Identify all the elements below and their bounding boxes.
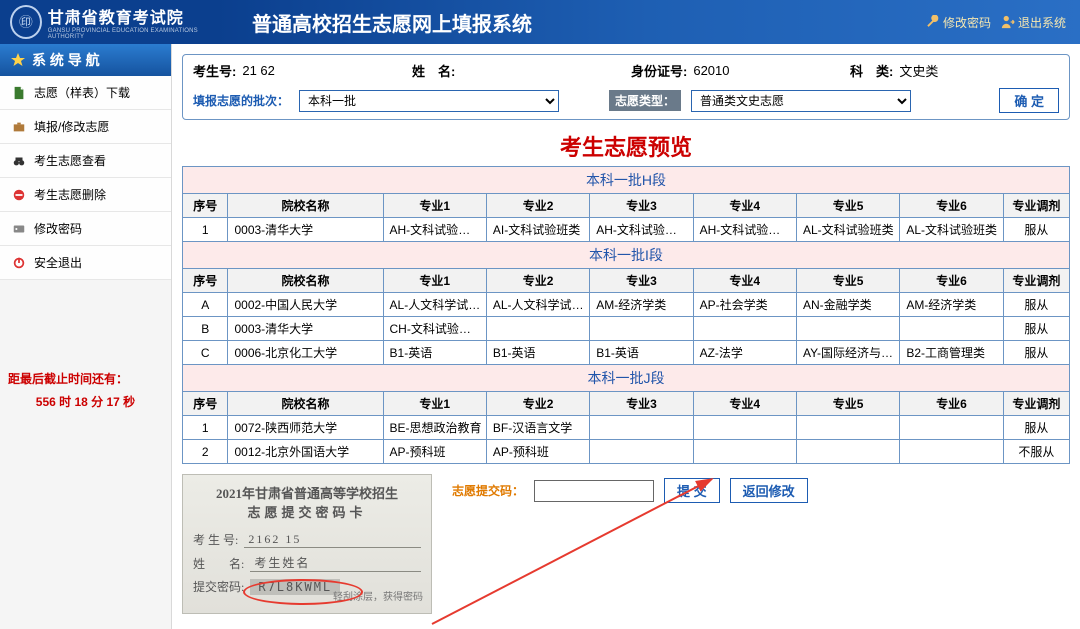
org-name: 甘肃省教育考试院 bbox=[48, 4, 222, 28]
wrench-icon bbox=[926, 15, 940, 29]
preview-title: 考生志愿预览 bbox=[182, 130, 1070, 162]
nav-item-label: 考生志愿查看 bbox=[34, 152, 106, 169]
nav-star-icon bbox=[10, 52, 26, 68]
password-card-image: 2021年甘肃省普通高等学校招生 志愿提交密码卡 考 生 号:2162 15 姓… bbox=[182, 474, 432, 614]
nav-item-label: 修改密码 bbox=[34, 220, 82, 237]
power-icon bbox=[12, 256, 26, 270]
student-info-box: 考生号:21 62 姓 名: 身份证号:62010 科 类:文史类 填报志愿的批… bbox=[182, 54, 1070, 120]
deadline-block: 距最后截止时间还有： 556 时 18 分 17 秒 bbox=[0, 360, 171, 422]
nav-heading: 系 统 导 航 bbox=[0, 44, 171, 76]
section-heading: 本科一批I段 bbox=[183, 242, 1070, 269]
nav-item[interactable]: 安全退出 bbox=[0, 246, 171, 280]
school-cell: 0003-清华大学 bbox=[228, 317, 383, 341]
nav-item[interactable]: 考生志愿查看 bbox=[0, 144, 171, 178]
table-row: B 0003-清华大学 CH-文科试验班类 服从 bbox=[183, 317, 1070, 341]
school-cell: 0012-北京外国语大学 bbox=[228, 440, 383, 464]
logout-link[interactable]: 退出系统 bbox=[1001, 14, 1066, 31]
main-content: 考生号:21 62 姓 名: 身份证号:62010 科 类:文史类 填报志愿的批… bbox=[172, 44, 1080, 629]
delete-icon bbox=[12, 188, 26, 202]
nav-item[interactable]: 填报/修改志愿 bbox=[0, 110, 171, 144]
scratch-code: R7L8KWML bbox=[250, 579, 340, 595]
confirm-button[interactable]: 确 定 bbox=[999, 88, 1059, 113]
page-icon bbox=[12, 86, 26, 100]
nav-item[interactable]: 修改密码 bbox=[0, 212, 171, 246]
logo-wrap: ㊞ 甘肃省教育考试院 GANSU PROVINCIAL EDUCATION EX… bbox=[0, 4, 232, 40]
school-cell: 0072-陕西师范大学 bbox=[228, 416, 383, 440]
type-select[interactable]: 普通类文史志愿 bbox=[691, 90, 911, 112]
table-row: 1 0003-清华大学 AH-文科试验班类AI-文科试验班类AH-文科试验班类 … bbox=[183, 218, 1070, 242]
type-label: 志愿类型： bbox=[609, 90, 681, 111]
seal-icon: ㊞ bbox=[10, 5, 42, 39]
nav-item-label: 安全退出 bbox=[34, 254, 82, 271]
nav-item[interactable]: 志愿（样表）下载 bbox=[0, 76, 171, 110]
submit-button[interactable]: 提 交 bbox=[664, 478, 720, 503]
app-header: ㊞ 甘肃省教育考试院 GANSU PROVINCIAL EDUCATION EX… bbox=[0, 0, 1080, 44]
submit-code-label: 志愿提交码： bbox=[452, 482, 524, 499]
submit-code-input[interactable] bbox=[534, 480, 654, 502]
user-exit-icon bbox=[1001, 15, 1015, 29]
briefcase-icon bbox=[12, 120, 26, 134]
batch-select[interactable]: 本科一批 bbox=[299, 90, 559, 112]
table-row: 2 0012-北京外国语大学 AP-预科班AP-预科班 不服从 bbox=[183, 440, 1070, 464]
student-category-value: 文史类 bbox=[899, 61, 938, 80]
student-idcard-value: 62010 bbox=[693, 63, 729, 78]
student-id-value: 21 62 bbox=[242, 63, 275, 78]
table-row: 1 0072-陕西师范大学 BE-思想政治教育BF-汉语言文学 服从 bbox=[183, 416, 1070, 440]
sidebar: 系 统 导 航 志愿（样表）下载填报/修改志愿考生志愿查看考生志愿删除修改密码安… bbox=[0, 44, 172, 629]
system-title: 普通高校招生志愿网上填报系统 bbox=[232, 8, 926, 37]
section-heading: 本科一批H段 bbox=[183, 167, 1070, 194]
nav-item-label: 志愿（样表）下载 bbox=[34, 84, 130, 101]
table-row: A 0002-中国人民大学 AL-人文科学试验班AL-人文科学试验班AM-经济学… bbox=[183, 293, 1070, 317]
nav-item-label: 填报/修改志愿 bbox=[34, 118, 109, 135]
school-cell: 0002-中国人民大学 bbox=[228, 293, 383, 317]
school-cell: 0003-清华大学 bbox=[228, 218, 383, 242]
nav-item[interactable]: 考生志愿删除 bbox=[0, 178, 171, 212]
deadline-label: 距最后截止时间还有： bbox=[8, 368, 163, 391]
change-password-link[interactable]: 修改密码 bbox=[926, 14, 991, 31]
binoculars-icon bbox=[12, 154, 26, 168]
deadline-timer: 556 时 18 分 17 秒 bbox=[8, 391, 163, 414]
choices-table: 本科一批H段 序号院校名称 专业1专业2专业3 专业4专业5专业6 专业调剂 1… bbox=[182, 166, 1070, 464]
section-heading: 本科一批J段 bbox=[183, 365, 1070, 392]
batch-label: 填报志愿的批次： bbox=[193, 92, 289, 109]
table-row: C 0006-北京化工大学 B1-英语B1-英语B1-英语 AZ-法学AY-国际… bbox=[183, 341, 1070, 365]
key-icon bbox=[12, 222, 26, 236]
back-edit-button[interactable]: 返回修改 bbox=[730, 478, 808, 503]
school-cell: 0006-北京化工大学 bbox=[228, 341, 383, 365]
nav-item-label: 考生志愿删除 bbox=[34, 186, 106, 203]
org-name-en: GANSU PROVINCIAL EDUCATION EXAMINATIONS … bbox=[48, 28, 222, 40]
